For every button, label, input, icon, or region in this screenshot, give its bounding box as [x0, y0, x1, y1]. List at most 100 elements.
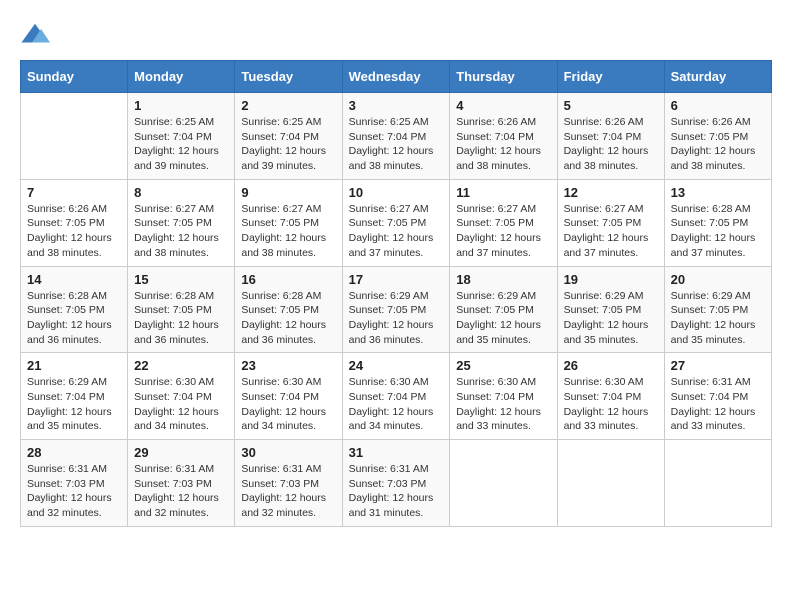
cell-content: Sunrise: 6:26 AMSunset: 7:05 PMDaylight:… — [27, 202, 121, 261]
calendar-cell: 24 Sunrise: 6:30 AMSunset: 7:04 PMDayligh… — [342, 353, 450, 440]
week-row-5: 28 Sunrise: 6:31 AMSunset: 7:03 PMDayligh… — [21, 440, 772, 527]
cell-content: Sunrise: 6:28 AMSunset: 7:05 PMDaylight:… — [671, 202, 765, 261]
cell-content: Sunrise: 6:27 AMSunset: 7:05 PMDaylight:… — [241, 202, 335, 261]
cell-content: Sunrise: 6:31 AMSunset: 7:04 PMDaylight:… — [671, 375, 765, 434]
header-sunday: Sunday — [21, 61, 128, 93]
week-row-1: 1 Sunrise: 6:25 AMSunset: 7:04 PMDaylight… — [21, 93, 772, 180]
calendar-cell: 16 Sunrise: 6:28 AMSunset: 7:05 PMDayligh… — [235, 266, 342, 353]
cell-content: Sunrise: 6:29 AMSunset: 7:05 PMDaylight:… — [456, 289, 550, 348]
cell-content: Sunrise: 6:27 AMSunset: 7:05 PMDaylight:… — [564, 202, 658, 261]
cell-content: Sunrise: 6:26 AMSunset: 7:04 PMDaylight:… — [564, 115, 658, 174]
calendar-cell: 31 Sunrise: 6:31 AMSunset: 7:03 PMDayligh… — [342, 440, 450, 527]
cell-content: Sunrise: 6:30 AMSunset: 7:04 PMDaylight:… — [456, 375, 550, 434]
day-number: 20 — [671, 272, 765, 287]
cell-content: Sunrise: 6:31 AMSunset: 7:03 PMDaylight:… — [134, 462, 228, 521]
page-header — [20, 20, 772, 50]
cell-content: Sunrise: 6:26 AMSunset: 7:04 PMDaylight:… — [456, 115, 550, 174]
calendar-cell: 7Sunrise: 6:26 AMSunset: 7:05 PMDaylight… — [21, 179, 128, 266]
day-number: 19 — [564, 272, 658, 287]
cell-content: Sunrise: 6:28 AMSunset: 7:05 PMDaylight:… — [27, 289, 121, 348]
cell-content: Sunrise: 6:25 AMSunset: 7:04 PMDaylight:… — [349, 115, 444, 174]
day-number: 3 — [349, 98, 444, 113]
cell-content: Sunrise: 6:27 AMSunset: 7:05 PMDaylight:… — [456, 202, 550, 261]
calendar-header-row: SundayMondayTuesdayWednesdayThursdayFrid… — [21, 61, 772, 93]
day-number: 12 — [564, 185, 658, 200]
calendar-cell — [664, 440, 771, 527]
week-row-4: 21Sunrise: 6:29 AMSunset: 7:04 PMDayligh… — [21, 353, 772, 440]
calendar-cell: 4 Sunrise: 6:26 AMSunset: 7:04 PMDaylight… — [450, 93, 557, 180]
calendar-cell: 22 Sunrise: 6:30 AMSunset: 7:04 PMDayligh… — [128, 353, 235, 440]
cell-content: Sunrise: 6:26 AMSunset: 7:05 PMDaylight:… — [671, 115, 765, 174]
day-number: 27 — [671, 358, 765, 373]
day-number: 15 — [134, 272, 228, 287]
calendar-cell: 28 Sunrise: 6:31 AMSunset: 7:03 PMDayligh… — [21, 440, 128, 527]
header-tuesday: Tuesday — [235, 61, 342, 93]
cell-content: Sunrise: 6:27 AMSunset: 7:05 PMDaylight:… — [349, 202, 444, 261]
day-number: 30 — [241, 445, 335, 460]
day-number: 18 — [456, 272, 550, 287]
day-number: 22 — [134, 358, 228, 373]
cell-content: Sunrise: 6:31 AMSunset: 7:03 PMDaylight:… — [27, 462, 121, 521]
cell-content: Sunrise: 6:25 AMSunset: 7:04 PMDaylight:… — [241, 115, 335, 174]
calendar-cell: 1 Sunrise: 6:25 AMSunset: 7:04 PMDaylight… — [128, 93, 235, 180]
calendar-cell: 25 Sunrise: 6:30 AMSunset: 7:04 PMDayligh… — [450, 353, 557, 440]
day-number: 23 — [241, 358, 335, 373]
calendar-cell: 21Sunrise: 6:29 AMSunset: 7:04 PMDayligh… — [21, 353, 128, 440]
calendar-table: SundayMondayTuesdayWednesdayThursdayFrid… — [20, 60, 772, 527]
day-number: 24 — [349, 358, 444, 373]
day-number: 13 — [671, 185, 765, 200]
day-number: 8 — [134, 185, 228, 200]
header-saturday: Saturday — [664, 61, 771, 93]
calendar-cell: 23 Sunrise: 6:30 AMSunset: 7:04 PMDayligh… — [235, 353, 342, 440]
day-number: 10 — [349, 185, 444, 200]
calendar-cell: 17Sunrise: 6:29 AMSunset: 7:05 PMDayligh… — [342, 266, 450, 353]
day-number: 29 — [134, 445, 228, 460]
day-number: 26 — [564, 358, 658, 373]
calendar-cell: 11 Sunrise: 6:27 AMSunset: 7:05 PMDayligh… — [450, 179, 557, 266]
logo-icon — [20, 20, 50, 50]
calendar-cell — [21, 93, 128, 180]
cell-content: Sunrise: 6:29 AMSunset: 7:05 PMDaylight:… — [349, 289, 444, 348]
calendar-cell: 12 Sunrise: 6:27 AMSunset: 7:05 PMDayligh… — [557, 179, 664, 266]
calendar-cell — [557, 440, 664, 527]
calendar-cell: 15 Sunrise: 6:28 AMSunset: 7:05 PMDayligh… — [128, 266, 235, 353]
logo — [20, 20, 54, 50]
header-wednesday: Wednesday — [342, 61, 450, 93]
cell-content: Sunrise: 6:29 AMSunset: 7:05 PMDaylight:… — [671, 289, 765, 348]
cell-content: Sunrise: 6:27 AMSunset: 7:05 PMDaylight:… — [134, 202, 228, 261]
header-monday: Monday — [128, 61, 235, 93]
cell-content: Sunrise: 6:30 AMSunset: 7:04 PMDaylight:… — [349, 375, 444, 434]
calendar-cell: 10 Sunrise: 6:27 AMSunset: 7:05 PMDayligh… — [342, 179, 450, 266]
cell-content: Sunrise: 6:30 AMSunset: 7:04 PMDaylight:… — [134, 375, 228, 434]
cell-content: Sunrise: 6:28 AMSunset: 7:05 PMDaylight:… — [134, 289, 228, 348]
calendar-cell: 19 Sunrise: 6:29 AMSunset: 7:05 PMDayligh… — [557, 266, 664, 353]
week-row-3: 14 Sunrise: 6:28 AMSunset: 7:05 PMDayligh… — [21, 266, 772, 353]
calendar-cell: 14 Sunrise: 6:28 AMSunset: 7:05 PMDayligh… — [21, 266, 128, 353]
cell-content: Sunrise: 6:31 AMSunset: 7:03 PMDaylight:… — [349, 462, 444, 521]
day-number: 6 — [671, 98, 765, 113]
cell-content: Sunrise: 6:30 AMSunset: 7:04 PMDaylight:… — [564, 375, 658, 434]
day-number: 11 — [456, 185, 550, 200]
day-number: 4 — [456, 98, 550, 113]
calendar-cell: 6 Sunrise: 6:26 AMSunset: 7:05 PMDaylight… — [664, 93, 771, 180]
cell-content: Sunrise: 6:29 AMSunset: 7:04 PMDaylight:… — [27, 375, 121, 434]
calendar-cell: 9Sunrise: 6:27 AMSunset: 7:05 PMDaylight… — [235, 179, 342, 266]
calendar-cell: 18 Sunrise: 6:29 AMSunset: 7:05 PMDayligh… — [450, 266, 557, 353]
calendar-cell: 27 Sunrise: 6:31 AMSunset: 7:04 PMDayligh… — [664, 353, 771, 440]
day-number: 16 — [241, 272, 335, 287]
cell-content: Sunrise: 6:30 AMSunset: 7:04 PMDaylight:… — [241, 375, 335, 434]
day-number: 5 — [564, 98, 658, 113]
day-number: 28 — [27, 445, 121, 460]
day-number: 14 — [27, 272, 121, 287]
cell-content: Sunrise: 6:28 AMSunset: 7:05 PMDaylight:… — [241, 289, 335, 348]
calendar-cell: 3 Sunrise: 6:25 AMSunset: 7:04 PMDaylight… — [342, 93, 450, 180]
calendar-cell: 30 Sunrise: 6:31 AMSunset: 7:03 PMDayligh… — [235, 440, 342, 527]
day-number: 1 — [134, 98, 228, 113]
calendar-cell: 29 Sunrise: 6:31 AMSunset: 7:03 PMDayligh… — [128, 440, 235, 527]
day-number: 31 — [349, 445, 444, 460]
cell-content: Sunrise: 6:25 AMSunset: 7:04 PMDaylight:… — [134, 115, 228, 174]
cell-content: Sunrise: 6:31 AMSunset: 7:03 PMDaylight:… — [241, 462, 335, 521]
cell-content: Sunrise: 6:29 AMSunset: 7:05 PMDaylight:… — [564, 289, 658, 348]
day-number: 25 — [456, 358, 550, 373]
header-thursday: Thursday — [450, 61, 557, 93]
